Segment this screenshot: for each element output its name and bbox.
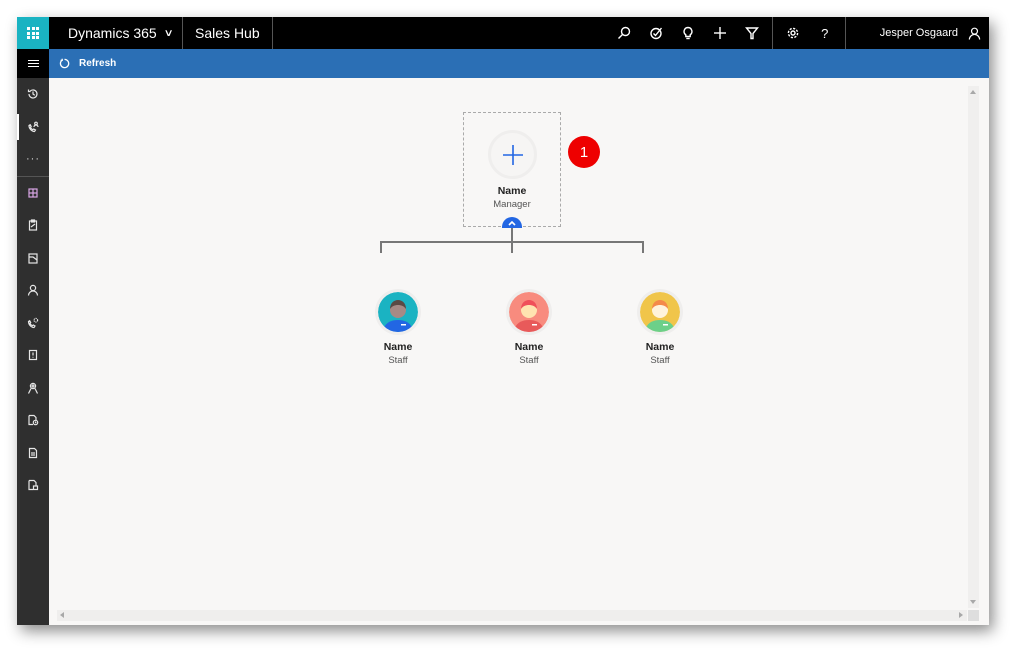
staff-title: Staff (388, 355, 408, 366)
female-avatar-icon (640, 292, 680, 332)
sidebar-item-recent[interactable] (17, 78, 49, 111)
document-clock-icon (28, 415, 39, 426)
app-launcher-button[interactable] (17, 17, 49, 49)
settings-button[interactable] (777, 17, 809, 49)
sidebar-item-dashboards[interactable] (17, 177, 49, 210)
manager-title: Manager (493, 199, 531, 210)
alert-document-icon (28, 350, 38, 361)
sidebar-item-pinned[interactable] (17, 111, 49, 144)
connector-line-horizontal (380, 241, 643, 243)
relationship-insights-button[interactable] (672, 17, 704, 49)
callout-badge: 1 (568, 136, 600, 168)
phone-person-icon (28, 121, 39, 132)
staff-name: Name (514, 341, 544, 353)
gear-icon (787, 27, 799, 39)
site-map-sidebar: ··· (17, 49, 49, 625)
site-map-toggle-button[interactable] (17, 49, 49, 78)
female-avatar-icon (509, 292, 549, 332)
document-list-icon (28, 447, 38, 458)
connector-line-right (642, 241, 644, 253)
quick-create-button[interactable] (704, 17, 736, 49)
app-window: Dynamics 365 ∨ Sales Hub ? Jesper Osgaar… (17, 17, 989, 625)
sidebar-item-competitors[interactable] (17, 372, 49, 405)
clipboard-icon (28, 219, 38, 231)
ellipsis-icon: ··· (26, 153, 40, 166)
connector-line-left (380, 241, 382, 253)
refresh-button[interactable]: Refresh (49, 49, 126, 78)
manager-card[interactable]: Name Manager (463, 112, 561, 227)
hamburger-icon (27, 58, 39, 70)
question-icon: ? (821, 25, 829, 41)
manager-name: Name (497, 185, 527, 197)
staff-title: Staff (650, 355, 670, 366)
staff-card[interactable]: Name Staff (353, 289, 443, 366)
app-switcher[interactable]: Dynamics 365 ∨ (49, 17, 184, 49)
staff-card[interactable]: Name Staff (615, 289, 705, 366)
area-name-label: Sales Hub (195, 25, 260, 41)
scroll-left-arrow-icon[interactable] (60, 612, 64, 618)
chevron-down-icon: ∨ (163, 27, 174, 39)
sidebar-item-leads[interactable] (17, 307, 49, 340)
staff-title: Staff (519, 355, 539, 366)
command-bar: Refresh (49, 49, 989, 78)
search-icon (617, 26, 630, 39)
user-name: Jesper Osgaard (879, 27, 958, 39)
task-target-icon (650, 27, 662, 40)
avatar-frame (506, 289, 552, 335)
user-profile-button[interactable]: Jesper Osgaard (846, 17, 989, 49)
sidebar-item-opportunities[interactable] (17, 339, 49, 372)
chevron-up-icon (508, 220, 516, 226)
plus-icon (502, 144, 523, 165)
waffle-icon (27, 27, 39, 39)
refresh-label: Refresh (79, 58, 117, 69)
sidebar-item-accounts[interactable] (17, 242, 49, 275)
person-target-icon (27, 382, 39, 394)
staff-name: Name (645, 341, 675, 353)
scroll-down-arrow-icon[interactable] (970, 600, 976, 604)
search-button[interactable] (608, 17, 640, 49)
dashboard-icon (28, 188, 38, 198)
sidebar-item-invoices[interactable] (17, 469, 49, 502)
document-money-icon (28, 480, 39, 491)
scroll-right-arrow-icon[interactable] (959, 612, 963, 618)
history-icon (27, 89, 38, 99)
sidebar-item-more[interactable]: ··· (17, 143, 49, 176)
top-navigation-bar: Dynamics 365 ∨ Sales Hub ? Jesper Osgaar… (17, 17, 989, 49)
scroll-up-arrow-icon[interactable] (970, 90, 976, 94)
vertical-scrollbar[interactable] (968, 86, 979, 608)
area-name-button[interactable]: Sales Hub (183, 17, 273, 49)
lightbulb-icon (683, 26, 693, 40)
app-name-label: Dynamics 365 (68, 25, 157, 41)
person-icon (27, 285, 39, 296)
refresh-icon (59, 58, 70, 69)
divider (771, 17, 773, 49)
avatar-frame (375, 289, 421, 335)
filter-icon (744, 27, 759, 40)
add-manager-button[interactable] (488, 130, 537, 179)
plus-icon (713, 27, 726, 39)
advanced-find-button[interactable] (736, 17, 768, 49)
sidebar-item-orders[interactable] (17, 437, 49, 470)
help-button[interactable]: ? (809, 17, 841, 49)
sidebar-item-quotes[interactable] (17, 404, 49, 437)
horizontal-scrollbar[interactable] (57, 610, 967, 621)
sidebar-item-activities[interactable] (17, 209, 49, 242)
person-icon (968, 27, 981, 40)
male-avatar-icon (378, 292, 418, 332)
task-button[interactable] (640, 17, 672, 49)
phone-gear-icon (27, 317, 39, 328)
building-icon (28, 253, 38, 264)
avatar-frame (637, 289, 683, 335)
scrollbar-corner (968, 610, 979, 621)
sidebar-item-contacts[interactable] (17, 274, 49, 307)
org-chart-canvas: Name Manager 1 Name Staff Name Staff Nam… (49, 78, 989, 625)
staff-name: Name (383, 341, 413, 353)
staff-card[interactable]: Name Staff (484, 289, 574, 366)
